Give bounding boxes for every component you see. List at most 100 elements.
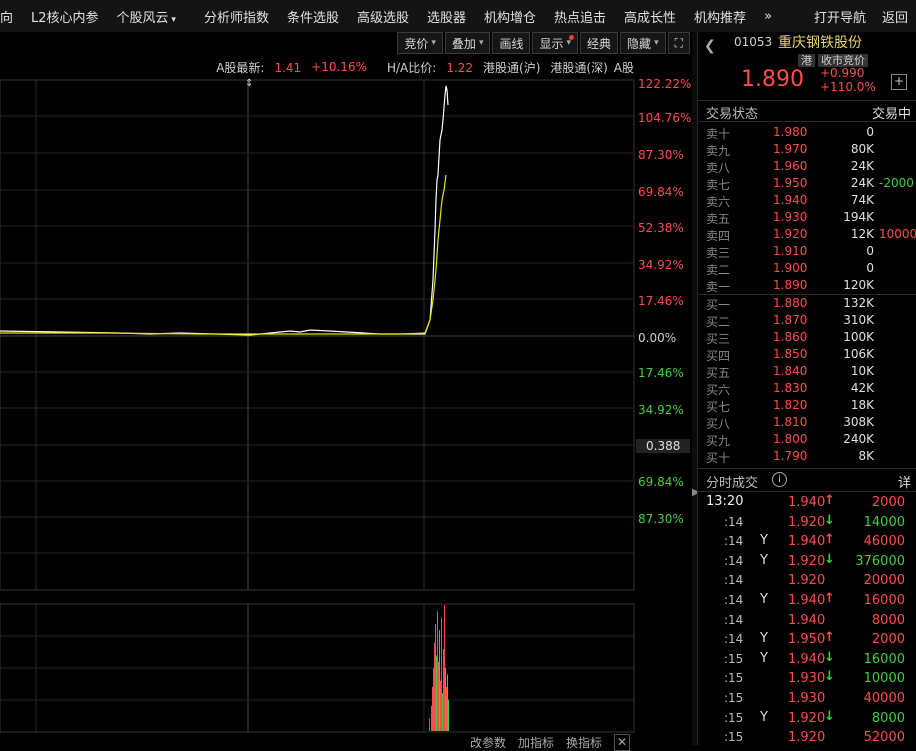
trade-flag: Y [760, 533, 768, 549]
bid-volume: 8K [858, 449, 874, 463]
ask-label: 卖七 [706, 178, 731, 192]
info-icon[interactable]: i [772, 472, 787, 487]
trade-qty: 40000 [863, 690, 905, 706]
y-axis-label: 0.00% [638, 331, 677, 345]
ask-row[interactable]: 卖四 1.920 12K 10000 [698, 226, 916, 243]
bid-price: 1.790 [773, 449, 808, 463]
status-value: 交易中 [871, 107, 911, 122]
ask-row[interactable]: 卖十 1.980 0 [698, 124, 916, 141]
trade-time: :14 [724, 553, 744, 568]
volume-bar [432, 686, 433, 731]
ask-row[interactable]: 卖三 1.910 0 [698, 243, 916, 260]
ask-price: 1.960 [773, 159, 808, 173]
back-button[interactable]: 返回 [882, 7, 908, 26]
bid-row[interactable]: 买七 1.820 18K [698, 397, 916, 414]
trade-direction-icon: ↓ [824, 708, 835, 724]
close-icon[interactable]: ✕ [614, 734, 631, 751]
bid-row[interactable]: 买四 1.850 106K [698, 346, 916, 363]
bid-row[interactable]: 买三 1.860 100K [698, 329, 916, 346]
bid-volume: 308K [843, 415, 874, 429]
bid-row[interactable]: 买六 1.830 42K [698, 380, 916, 397]
nav-item[interactable]: 机构推荐 [686, 7, 756, 26]
volume-bar [431, 705, 432, 731]
trade-qty: 16000 [863, 651, 905, 667]
bid-volume: 42K [850, 381, 874, 395]
ask-label: 卖四 [706, 229, 731, 243]
ask-row[interactable]: 卖八 1.960 24K [698, 158, 916, 175]
trade-time: :15 [724, 651, 744, 666]
bid-row[interactable]: 买一 1.880 132K [698, 295, 916, 312]
ask-volume: 0 [866, 261, 874, 275]
trade-row: :14 Y 1.950 ↑ 2000 [698, 629, 916, 649]
trade-price: 1.940 [788, 592, 826, 608]
trade-row: :14 1.940 8000 [698, 610, 916, 630]
ask-row[interactable]: 卖七 1.950 24K -2000 [698, 175, 916, 192]
trade-flag: Y [760, 631, 768, 647]
bid-label: 买十 [706, 451, 731, 465]
trade-row: :14 1.920 20000 [698, 570, 916, 590]
trade-flag: Y [760, 552, 768, 568]
ask-price: 1.890 [773, 278, 808, 292]
price-change: +0.990 +110.0% [820, 66, 876, 94]
y-axis-label: 17.46% [638, 366, 684, 380]
trade-qty: 2000 [871, 632, 905, 648]
trade-direction-icon: ↑ [824, 590, 835, 606]
volume-bar [445, 668, 446, 731]
volume-bar [433, 668, 434, 731]
ask-row[interactable]: 卖一 1.890 120K [698, 277, 916, 294]
detail-button[interactable]: 详 [898, 472, 911, 491]
indicator-tabs: 改参数 加指标 换指标 ✕ [470, 734, 642, 751]
trade-time: :14 [724, 573, 744, 588]
market-tag: 港 [798, 54, 815, 67]
trade-price: 1.940 [788, 534, 826, 550]
ask-price: 1.920 [773, 227, 808, 241]
nav-item[interactable]: » [756, 9, 782, 24]
bid-label: 买三 [706, 332, 731, 346]
trade-qty: 14000 [863, 514, 905, 530]
trade-time: :14 [724, 612, 744, 627]
indicator-tab[interactable]: 换指标 [566, 734, 602, 751]
bid-row[interactable]: 买二 1.870 310K [698, 312, 916, 329]
trade-time: :15 [724, 671, 744, 686]
trade-qty: 16000 [863, 592, 905, 608]
bid-price: 1.830 [773, 381, 808, 395]
y-axis-label: 0.388 [636, 439, 691, 453]
ask-volume: 194K [843, 210, 874, 224]
bid-row[interactable]: 买九 1.800 240K [698, 431, 916, 448]
chart-svg[interactable]: ↕ [0, 0, 692, 745]
trade-time: 13:20 [706, 494, 744, 509]
ask-row[interactable]: 卖九 1.970 80K [698, 141, 916, 158]
stock-code: 01053 [734, 35, 773, 49]
bid-label: 买四 [706, 349, 731, 363]
trades-header: 分时成交 i 详 [698, 468, 916, 492]
bid-price: 1.850 [773, 347, 808, 361]
prev-stock-icon[interactable]: ❮ [704, 38, 716, 54]
trade-qty: 10000 [863, 671, 905, 687]
bid-price: 1.870 [773, 313, 808, 327]
add-watchlist-icon[interactable]: + [891, 74, 907, 90]
volume-bar [429, 718, 430, 731]
ask-row[interactable]: 卖五 1.930 194K [698, 209, 916, 226]
ask-row[interactable]: 卖六 1.940 74K [698, 192, 916, 209]
volume-bar [438, 661, 439, 731]
trades-title: 分时成交 [706, 476, 759, 491]
indicator-tab[interactable]: 改参数 [470, 734, 506, 751]
trade-direction-icon: ↓ [824, 512, 835, 528]
bid-row[interactable]: 买八 1.810 308K [698, 414, 916, 431]
volume-bar [437, 611, 438, 731]
trade-direction-icon: ↑ [824, 532, 835, 548]
trade-time: :14 [724, 592, 744, 607]
volume-grid [0, 635, 634, 701]
open-nav-button[interactable]: 打开导航 [814, 7, 866, 26]
y-axis-label: 17.46% [638, 294, 684, 308]
volume-bar [440, 680, 441, 731]
ask-volume: 0 [866, 125, 874, 139]
bid-label: 买二 [706, 315, 731, 329]
bid-row[interactable]: 买五 1.840 10K [698, 363, 916, 380]
trade-price: 1.940 [788, 651, 826, 667]
trade-qty: 20000 [863, 573, 905, 589]
bid-label: 买一 [706, 298, 731, 312]
bid-row[interactable]: 买十 1.790 8K [698, 448, 916, 465]
ask-row[interactable]: 卖二 1.900 0 [698, 260, 916, 277]
indicator-tab[interactable]: 加指标 [518, 734, 554, 751]
